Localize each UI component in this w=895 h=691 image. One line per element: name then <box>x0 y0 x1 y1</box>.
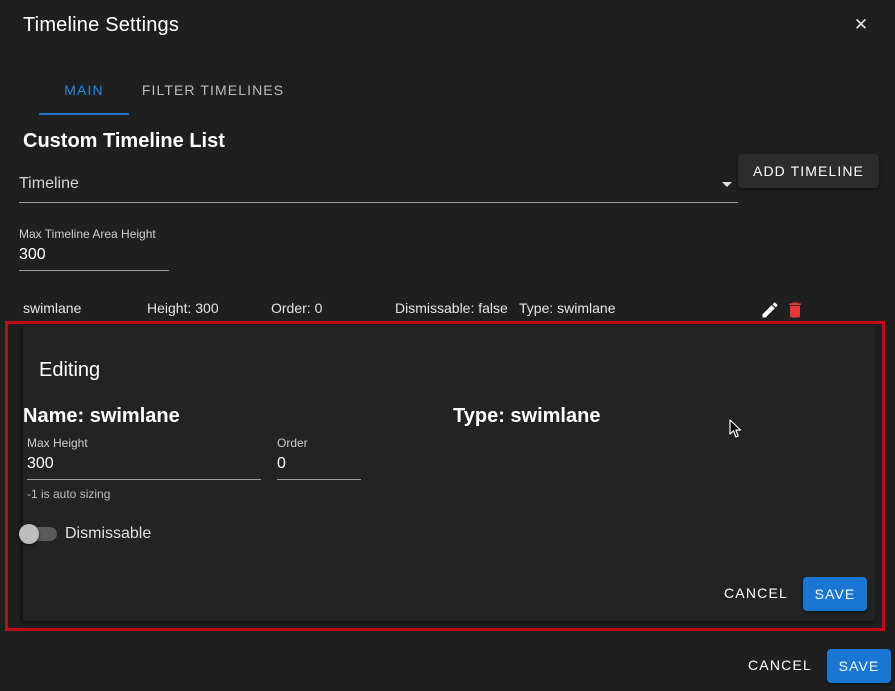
close-icon[interactable]: ✕ <box>850 12 872 38</box>
max-area-height-input[interactable]: 300 <box>19 244 169 271</box>
tab-filter-timelines[interactable]: FILTER TIMELINES <box>137 80 289 114</box>
caret-down-icon <box>722 182 732 187</box>
section-title: Custom Timeline List <box>23 130 225 152</box>
order-label: Order <box>277 436 308 450</box>
editing-cancel-button[interactable]: CANCEL <box>718 585 794 605</box>
tab-main[interactable]: MAIN <box>39 80 129 114</box>
timeline-row-type: Type: swimlane <box>519 300 616 316</box>
timeline-row-name: swimlane <box>23 300 82 316</box>
tab-active-indicator <box>39 113 129 115</box>
editing-save-button[interactable]: SAVE <box>803 577 867 611</box>
cancel-button[interactable]: CANCEL <box>742 657 818 677</box>
pencil-icon[interactable] <box>760 300 780 320</box>
dismissable-switch-thumb[interactable] <box>19 524 39 544</box>
add-timeline-button[interactable]: ADD TIMELINE <box>738 154 879 188</box>
max-height-input[interactable]: 300 <box>27 453 261 480</box>
max-area-height-label: Max Timeline Area Height <box>19 227 156 241</box>
order-input[interactable]: 0 <box>277 453 361 480</box>
timeline-type-select[interactable]: Timeline <box>19 168 738 203</box>
editing-title: Editing <box>39 359 101 381</box>
timeline-select-value: Timeline <box>19 175 79 192</box>
editing-name-heading: Name: swimlane <box>23 405 180 427</box>
timeline-row-dismissable: Dismissable: false <box>395 300 508 316</box>
timeline-row-order: Order: 0 <box>271 300 323 316</box>
dismissable-label: Dismissable <box>65 525 152 542</box>
save-button[interactable]: SAVE <box>827 649 891 683</box>
max-height-label: Max Height <box>27 436 88 450</box>
max-height-helper-text: -1 is auto sizing <box>27 487 111 501</box>
dialog-title: Timeline Settings <box>23 14 180 36</box>
mouse-pointer-icon <box>729 419 743 444</box>
timeline-row-height: Height: 300 <box>147 300 219 316</box>
trash-icon[interactable] <box>785 300 805 320</box>
editing-type-heading: Type: swimlane <box>453 405 601 427</box>
